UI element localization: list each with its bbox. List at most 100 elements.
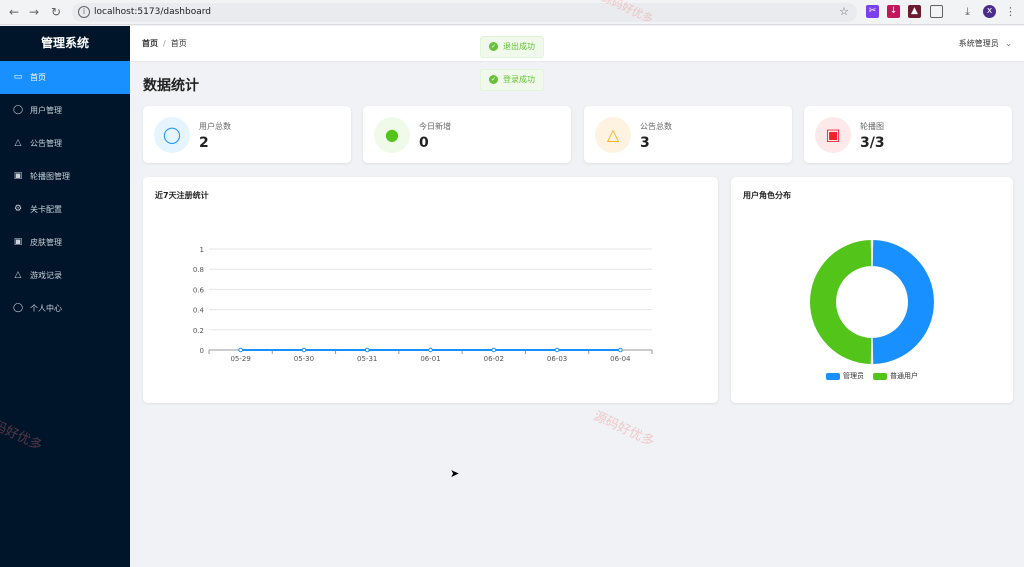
sidebar-menu: ▭ 首页 ◯ 用户管理 △ 公告管理 ▣ 轮播图管理 ⚙ 关卡配置 ▣ 皮肤管理 △ 游戏记录… [0,61,130,325]
data-point [364,347,370,353]
bookmark-star-icon[interactable]: ☆ [839,5,849,18]
url-text: localhost:5173/dashboard [94,7,211,17]
legend-label: 管理员 [843,372,864,380]
stat-label: 轮播图 [860,122,884,131]
top-header: 首页 / 首页 系统管理员 ⌄ [130,26,1024,62]
y-tick-label: 1 [200,246,204,254]
x-tick-label: 06-01 [420,355,440,363]
role-distribution-panel: 用户角色分布 管理员 普通用户 [731,177,1013,403]
pie-slice [810,240,872,364]
legend-item-admin[interactable]: 管理员 [826,371,864,381]
extension-icon[interactable]: ✂ [866,5,879,18]
sidebar-item-label: 轮播图管理 [30,172,70,181]
stat-label: 今日新增 [419,122,451,131]
y-tick-label: 0.8 [193,266,204,274]
sidebar-item-profile[interactable]: ◯ 个人中心 [0,292,130,325]
data-point [428,347,433,353]
sidebar-item-label: 皮肤管理 [30,238,62,247]
bell-icon: △ [595,117,631,153]
data-point [618,347,623,353]
sidebar-item-skins[interactable]: ▣ 皮肤管理 [0,226,130,259]
stat-label: 公告总数 [640,122,672,131]
stat-card-new-today: ● 今日新增 0 [363,106,571,163]
gear-icon: ⚙ [13,204,23,214]
chevron-down-icon: ⌄ [1005,39,1012,48]
picture-icon: ▣ [815,117,851,153]
sidebar-item-game-records[interactable]: △ 游戏记录 [0,259,130,292]
y-tick-label: 0.4 [193,307,205,315]
user-outline-icon: ◯ [154,117,190,153]
mouse-cursor-icon: ➤ [450,467,460,480]
sidebar-item-label: 个人中心 [30,304,62,313]
app-logo-title: 管理系统 [40,36,89,50]
sidebar-item-label: 游戏记录 [30,271,62,280]
sidebar-item-carousel[interactable]: ▣ 轮播图管理 [0,160,130,193]
x-tick-label: 06-02 [484,355,504,363]
legend-item-regular-user[interactable]: 普通用户 [873,371,918,381]
stat-card-users: ◯ 用户总数 2 [143,106,351,163]
sidebar-item-levels[interactable]: ⚙ 关卡配置 [0,193,130,226]
user-name: 系统管理员 [958,39,999,48]
pie-slice [872,240,934,364]
toast-login-success: ✓ 登录成功 [480,69,544,91]
bell-icon: △ [14,138,22,148]
sidebar: 管理系统 ▭ 首页 ◯ 用户管理 △ 公告管理 ▣ 轮播图管理 ⚙ 关卡配置 ▣ 皮肤管理 … [0,26,130,567]
toast-text: 登录成功 [503,75,535,84]
stat-card-carousel: ▣ 轮播图 3/3 [804,106,1012,163]
user-icon: ◯ [13,303,24,313]
legend-swatch [826,372,840,380]
toast-text: 退出成功 [503,42,535,51]
breadcrumb-separator: / [163,39,166,48]
data-point [491,347,497,353]
data-point [238,347,243,353]
y-tick-label: 0.2 [193,327,204,335]
sidebar-item-label: 首页 [30,73,46,82]
extension-icon[interactable]: ↓ [887,5,900,18]
stat-card-announcements: △ 公告总数 3 [584,106,792,163]
breadcrumb-item[interactable]: 首页 [142,39,158,48]
x-tick-label: 06-03 [547,355,567,363]
extensions-puzzle-icon[interactable] [930,5,943,18]
watermark: 源码好优多 [591,408,657,450]
x-tick-label: 05-30 [294,355,314,363]
address-bar[interactable]: i localhost:5173/dashboard ☆ [72,3,857,22]
toast-logout-success: ✓ 退出成功 [480,36,544,58]
legend-label: 普通用户 [890,372,918,380]
stat-value: 3 [640,135,650,151]
stat-label: 用户总数 [199,122,231,131]
y-tick-label: 0.6 [193,286,205,294]
data-point [301,347,307,353]
bell-icon: △ [14,270,22,280]
x-tick-label: 06-04 [610,355,631,363]
breadcrumb-item: 首页 [170,39,187,48]
stat-value: 0 [419,135,429,151]
back-icon[interactable]: ← [6,4,22,20]
donut-chart [810,240,934,364]
check-circle-icon: ✓ [489,42,498,51]
profile-avatar[interactable]: x [983,5,996,18]
more-menu-icon[interactable]: ⋮ [1004,5,1017,18]
breadcrumb: 首页 / 首页 [142,38,187,49]
stat-value: 3/3 [860,135,885,151]
extension-icon[interactable]: ▲ [908,5,921,18]
site-info-icon[interactable]: i [78,6,90,18]
sidebar-item-announcements[interactable]: △ 公告管理 [0,127,130,160]
line-chart: 0 0.2 0.4 0.6 0.8 1 05-29 05-30 05-31 06-01 06-02 0… [193,246,653,363]
home-icon: ▭ [13,72,23,82]
x-tick-label: 05-31 [357,355,377,363]
sidebar-item-home[interactable]: ▭ 首页 [0,61,130,94]
page-title: 数据统计 [143,78,199,94]
sidebar-item-label: 关卡配置 [30,205,62,214]
sidebar-item-label: 用户管理 [30,106,62,115]
download-icon[interactable]: ⤓ [961,5,974,18]
user-menu[interactable]: 系统管理员 ⌄ [959,38,1012,49]
user-filled-icon: ● [374,117,410,153]
forward-icon[interactable]: → [26,4,42,20]
data-point [554,347,560,353]
sidebar-item-users[interactable]: ◯ 用户管理 [0,94,130,127]
reload-icon[interactable]: ↻ [48,4,64,20]
y-tick-label: 0 [200,347,204,355]
check-circle-icon: ✓ [489,75,498,84]
stat-value: 2 [199,135,209,151]
registration-chart-panel: 近7天注册统计 0 0.2 0.4 0.6 0.8 1 05-29 05-30 05-31 06-… [143,177,718,403]
